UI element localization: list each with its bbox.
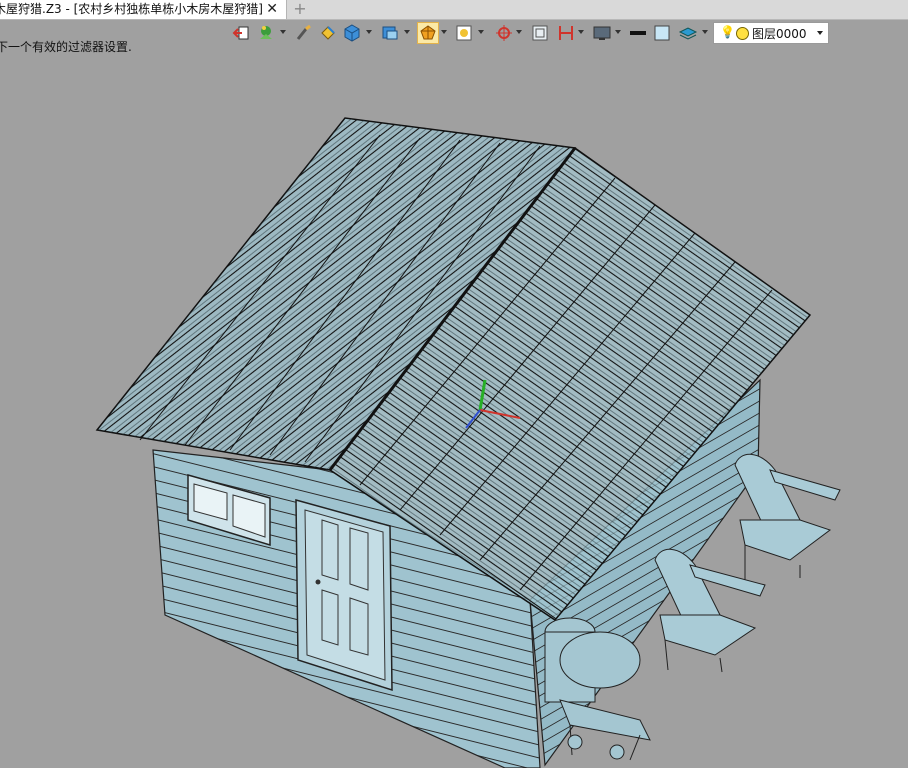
adirondack-chair (654, 548, 766, 673)
door (295, 499, 393, 692)
adirondack-chair (734, 453, 841, 580)
3d-viewport[interactable] (0, 46, 908, 768)
cabin-model (95, 117, 841, 768)
